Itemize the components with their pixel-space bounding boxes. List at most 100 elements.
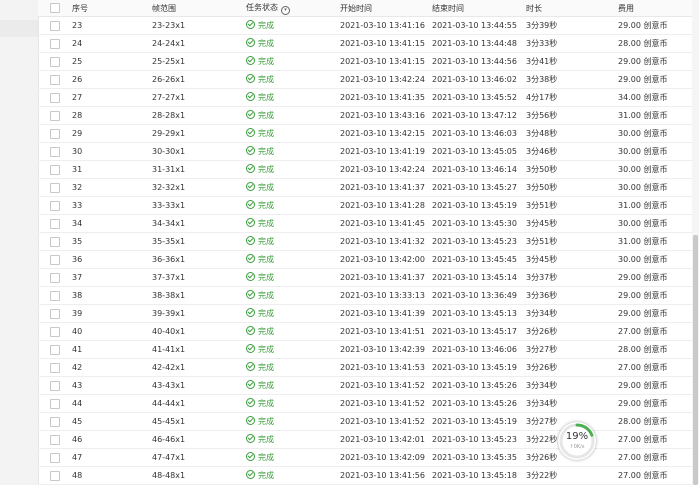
table-row[interactable]: 43 43-43x1 完成 2021-03-10 13:41:52 2021-03-10… xyxy=(38,376,692,395)
row-checkbox[interactable] xyxy=(50,128,60,139)
check-circle-icon xyxy=(246,56,255,65)
row-checkbox[interactable] xyxy=(50,452,60,463)
table-row[interactable]: 31 31-31x1 完成 2021-03-10 13:42:24 2021-03-10… xyxy=(38,160,692,179)
table-row[interactable]: 25 25-25x1 完成 2021-03-10 13:41:15 2021-03-10… xyxy=(38,52,692,71)
cell-range: 36-36x1 xyxy=(152,250,246,269)
cell-start: 2021-03-10 13:41:52 xyxy=(340,394,432,413)
table-row[interactable]: 35 35-35x1 完成 2021-03-10 13:41:32 2021-03-10… xyxy=(38,232,692,251)
table-row[interactable]: 38 38-38x1 完成 2021-03-10 13:33:13 2021-03-10… xyxy=(38,286,692,305)
row-checkbox[interactable] xyxy=(50,272,60,283)
col-header-cost[interactable]: 费用 xyxy=(618,0,692,17)
cell-cost: 31.00 创意币 xyxy=(618,196,692,215)
row-checkbox[interactable] xyxy=(50,56,60,67)
scrollbar-thumb[interactable] xyxy=(693,235,698,485)
check-circle-icon xyxy=(246,236,255,245)
status-label: 完成 xyxy=(258,165,274,174)
cell-start: 2021-03-10 13:41:16 xyxy=(340,16,432,35)
filter-icon[interactable]: ▾ xyxy=(281,5,290,15)
row-checkbox[interactable] xyxy=(50,218,60,229)
cell-seq: 39 xyxy=(72,304,152,323)
col-header-duration[interactable]: 时长 xyxy=(526,0,618,17)
row-select-cell xyxy=(38,466,72,485)
table-row[interactable]: 24 24-24x1 完成 2021-03-10 13:41:15 2021-03-10… xyxy=(38,34,692,53)
cell-duration: 3分34秒 xyxy=(526,376,618,395)
row-checkbox[interactable] xyxy=(50,416,60,427)
cell-duration: 3分39秒 xyxy=(526,16,618,35)
table-row[interactable]: 32 32-32x1 完成 2021-03-10 13:41:37 2021-03-10… xyxy=(38,178,692,197)
row-checkbox[interactable] xyxy=(50,344,60,355)
cell-start: 2021-03-10 13:41:52 xyxy=(340,412,432,431)
cell-duration: 3分33秒 xyxy=(526,34,618,53)
cell-status: 完成 xyxy=(246,34,340,53)
table-row[interactable]: 39 39-39x1 完成 2021-03-10 13:41:39 2021-03-10… xyxy=(38,304,692,323)
cell-end: 2021-03-10 13:45:17 xyxy=(432,322,526,341)
table-row[interactable]: 40 40-40x1 完成 2021-03-10 13:41:51 2021-03-10… xyxy=(38,322,692,341)
table-row[interactable]: 37 37-37x1 完成 2021-03-10 13:41:37 2021-03-10… xyxy=(38,268,692,287)
row-checkbox[interactable] xyxy=(50,20,60,31)
status-label: 完成 xyxy=(258,39,274,48)
row-checkbox[interactable] xyxy=(50,38,60,49)
progress-speed: ↑0K/s xyxy=(569,444,585,450)
progress-widget[interactable]: 19% ↑0K/s xyxy=(558,422,596,460)
row-checkbox[interactable] xyxy=(50,362,60,373)
table-row[interactable]: 42 42-42x1 完成 2021-03-10 13:41:53 2021-03-10… xyxy=(38,358,692,377)
row-checkbox[interactable] xyxy=(50,254,60,265)
check-circle-icon xyxy=(246,308,255,317)
row-checkbox[interactable] xyxy=(50,434,60,445)
cell-cost: 31.00 创意币 xyxy=(618,106,692,125)
table-row[interactable]: 41 41-41x1 完成 2021-03-10 13:42:39 2021-03-10… xyxy=(38,340,692,359)
cell-cost: 29.00 创意币 xyxy=(618,16,692,35)
table-row[interactable]: 36 36-36x1 完成 2021-03-10 13:42:00 2021-03-10… xyxy=(38,250,692,269)
row-checkbox[interactable] xyxy=(50,398,60,409)
row-checkbox[interactable] xyxy=(50,200,60,211)
status-label: 完成 xyxy=(258,183,274,192)
vertical-scrollbar[interactable] xyxy=(692,0,699,485)
cell-status: 完成 xyxy=(246,160,340,179)
row-checkbox[interactable] xyxy=(50,236,60,247)
row-checkbox[interactable] xyxy=(50,326,60,337)
table-row[interactable]: 26 26-26x1 完成 2021-03-10 13:42:24 2021-03-10… xyxy=(38,70,692,89)
col-header-seq[interactable]: 序号 xyxy=(72,0,152,17)
cell-end: 2021-03-10 13:45:52 xyxy=(432,88,526,107)
cell-start: 2021-03-10 13:41:37 xyxy=(340,178,432,197)
cell-status: 完成 xyxy=(246,358,340,377)
cell-status: 完成 xyxy=(246,178,340,197)
row-select-cell xyxy=(38,412,72,431)
row-checkbox[interactable] xyxy=(50,182,60,193)
cell-seq: 38 xyxy=(72,286,152,305)
row-checkbox[interactable] xyxy=(50,380,60,391)
select-all-checkbox[interactable] xyxy=(50,3,60,13)
table-row[interactable]: 34 34-34x1 完成 2021-03-10 13:41:45 2021-03-10… xyxy=(38,214,692,233)
row-select-cell xyxy=(38,430,72,449)
row-checkbox[interactable] xyxy=(50,164,60,175)
col-header-end[interactable]: 结束时间 xyxy=(432,0,526,17)
col-header-status[interactable]: 任务状态 ▾ xyxy=(246,0,340,17)
cell-status: 完成 xyxy=(246,466,340,485)
col-header-range[interactable]: 帧范围 xyxy=(152,0,246,17)
table-row[interactable]: 28 28-28x1 完成 2021-03-10 13:43:16 2021-03-10… xyxy=(38,106,692,125)
col-header-start[interactable]: 开始时间 xyxy=(340,0,432,17)
table-row[interactable]: 48 48-48x1 完成 2021-03-10 13:41:56 2021-03-10… xyxy=(38,466,692,485)
table-row[interactable]: 44 44-44x1 完成 2021-03-10 13:41:52 2021-03-10… xyxy=(38,394,692,413)
table-row[interactable]: 23 23-23x1 完成 2021-03-10 13:41:16 2021-03-10… xyxy=(38,16,692,35)
table-row[interactable]: 33 33-33x1 完成 2021-03-10 13:41:28 2021-03-10… xyxy=(38,196,692,215)
cell-range: 41-41x1 xyxy=(152,340,246,359)
row-checkbox[interactable] xyxy=(50,74,60,85)
row-checkbox[interactable] xyxy=(50,470,60,481)
row-checkbox[interactable] xyxy=(50,308,60,319)
cell-range: 28-28x1 xyxy=(152,106,246,125)
cell-status: 完成 xyxy=(246,394,340,413)
row-checkbox[interactable] xyxy=(50,92,60,103)
cell-status: 完成 xyxy=(246,268,340,287)
row-checkbox[interactable] xyxy=(50,290,60,301)
table-row[interactable]: 27 27-27x1 完成 2021-03-10 13:41:35 2021-03-10… xyxy=(38,88,692,107)
frame-task-table: 序号 帧范围 任务状态 ▾ 开始时间 结束时间 时长 费用 23 23-23x1 完成… xyxy=(38,0,692,485)
status-label: 完成 xyxy=(258,399,274,408)
row-select-cell xyxy=(38,34,72,53)
row-checkbox[interactable] xyxy=(50,110,60,121)
table-row[interactable]: 29 29-29x1 完成 2021-03-10 13:42:15 2021-03-10… xyxy=(38,124,692,143)
cell-cost: 31.00 创意币 xyxy=(618,232,692,251)
progress-percent: 19% xyxy=(565,431,589,442)
table-row[interactable]: 30 30-30x1 完成 2021-03-10 13:41:19 2021-03-10… xyxy=(38,142,692,161)
row-checkbox[interactable] xyxy=(50,146,60,157)
